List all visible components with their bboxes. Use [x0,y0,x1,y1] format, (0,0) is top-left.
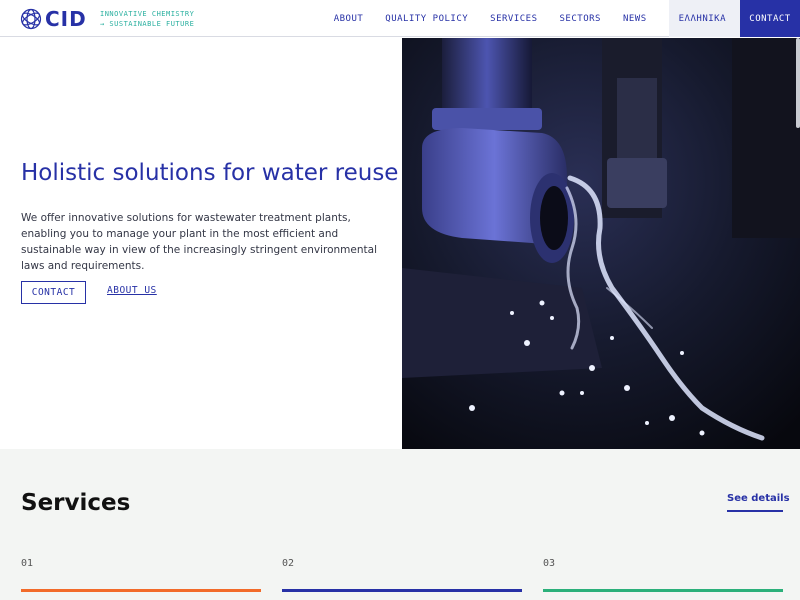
tagline: INNOVATIVE CHEMISTRY → SUSTAINABLE FUTUR… [100,9,194,29]
logo-text: CID [45,7,87,31]
service-number-02: 02 [282,558,295,569]
services-section: Services See details 01 02 03 [0,449,800,600]
nav-about[interactable]: ABOUT [334,14,364,24]
nav-news[interactable]: NEWS [623,14,647,24]
hero-title: Holistic solutions for water reuse [21,160,399,186]
logo[interactable]: CID [20,7,87,31]
nav-services[interactable]: SERVICES [490,14,537,24]
nav-contact-button[interactable]: CONTACT [740,0,800,37]
about-us-link[interactable]: ABOUT US [107,285,157,296]
nav-sectors[interactable]: SECTORS [560,14,601,24]
service-number-03: 03 [543,558,556,569]
water-pipe-illustration [402,38,800,449]
tagline-line2: → SUSTAINABLE FUTURE [100,20,195,28]
main-nav: ABOUT QUALITY POLICY SERVICES SECTORS NE… [334,0,800,37]
hero-description: We offer innovative solutions for wastew… [21,212,377,272]
hero-image-water-pipe [402,38,800,449]
hero-contact-button[interactable]: CONTACT [21,281,86,304]
tagline-line1: INNOVATIVE CHEMISTRY [100,10,195,18]
page-scrollbar[interactable] [796,38,800,128]
nav-quality-policy[interactable]: QUALITY POLICY [385,14,468,24]
service-bar-03 [543,589,783,592]
service-bar-01 [21,589,261,592]
service-number-01: 01 [21,558,34,569]
service-bar-02 [282,589,522,592]
logo-mark-icon [20,8,42,30]
see-details-underline [727,510,783,512]
services-title: Services [21,490,131,516]
site-header: CID INNOVATIVE CHEMISTRY → SUSTAINABLE F… [0,0,800,37]
see-details-link[interactable]: See details [727,493,790,504]
language-switch[interactable]: ΕΛΛΗΝΙΚΑ [668,0,740,37]
